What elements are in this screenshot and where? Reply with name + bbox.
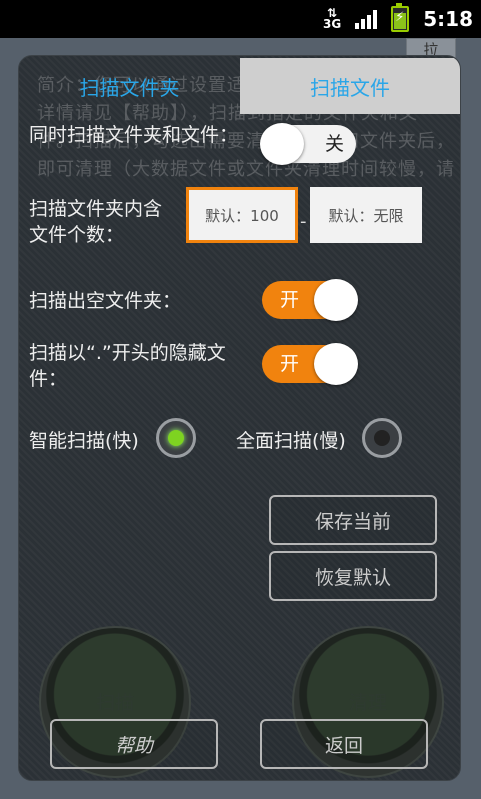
smart-scan-label: 智能扫描(快) [29, 430, 139, 452]
toggle-knob [260, 123, 304, 165]
status-clock: 5:18 [423, 7, 473, 31]
battery-charging-icon: ⚡ [391, 3, 410, 32]
max-file-count-input[interactable]: 默认：无限 [310, 187, 422, 243]
toggle-knob [314, 279, 358, 321]
tab-scan-folder[interactable]: 扫描文件夹 [19, 56, 240, 116]
scan-both-label: 同时扫描文件夹和文件： [29, 124, 239, 146]
empty-folders-label: 扫描出空文件夹： [29, 290, 182, 312]
full-scan-label: 全面扫描(慢) [236, 430, 346, 452]
range-separator: - [300, 211, 307, 232]
smart-scan-radio[interactable] [156, 418, 196, 458]
empty-folders-toggle[interactable]: 开 [262, 279, 358, 321]
restore-default-button[interactable]: 恢复默认 [269, 551, 437, 601]
network-3g-icon: ⇅ 3G [323, 6, 342, 31]
dialog-tabs: 扫描文件夹 扫描文件 [19, 56, 460, 116]
scan-settings-dialog: 简介：您可以通过设置适当的扫描规则（设置参数详情请见【帮助】），扫描到指定的文件… [18, 55, 461, 781]
hidden-files-toggle[interactable]: 开 [262, 343, 358, 385]
scan-both-toggle[interactable]: 关 [260, 123, 356, 165]
help-button[interactable]: 帮助 [50, 719, 218, 769]
hidden-files-label: 扫描以“.”开头的隐藏文件： [29, 342, 226, 390]
min-file-count-input[interactable]: 默认：100 [186, 187, 298, 243]
tab-scan-file[interactable]: 扫描文件 [240, 58, 460, 114]
status-bar: ⇅ 3G ⚡ 5:18 [0, 0, 481, 38]
toggle-knob [314, 343, 358, 385]
file-count-label: 扫描文件夹内含文件个数： [29, 198, 163, 246]
full-scan-radio[interactable] [362, 418, 402, 458]
save-current-button[interactable]: 保存当前 [269, 495, 437, 545]
back-button[interactable]: 返回 [260, 719, 428, 769]
signal-strength-icon [355, 9, 378, 29]
